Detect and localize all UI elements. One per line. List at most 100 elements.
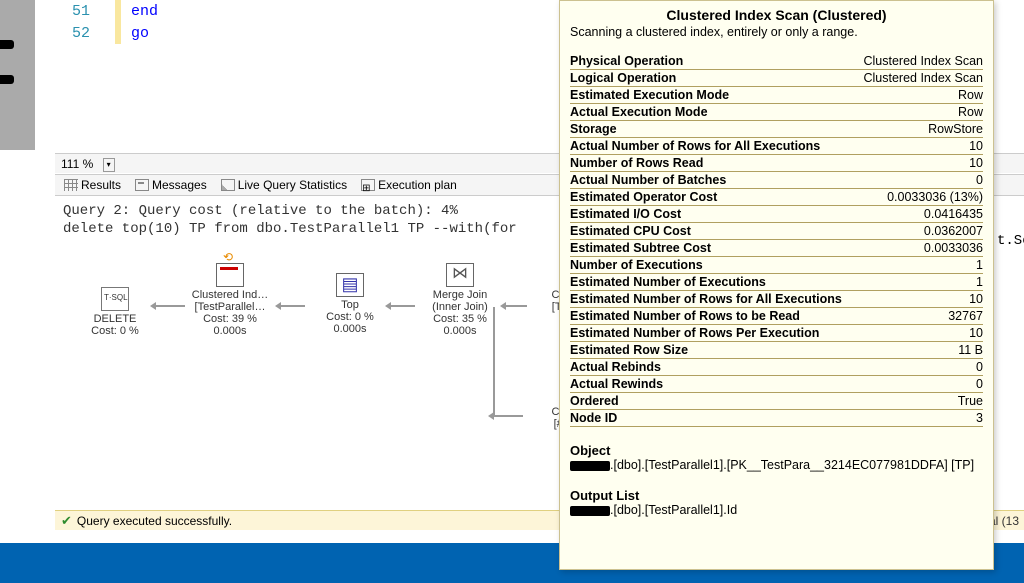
tooltip-value: True	[859, 393, 983, 410]
tooltip-properties-table: Physical OperationClustered Index ScanLo…	[570, 53, 983, 427]
tooltip-object-label: Object	[570, 443, 983, 458]
tooltip-row: Estimated Operator Cost0.0033036 (13%)	[570, 189, 983, 206]
redacted-mark	[570, 461, 610, 471]
tab-messages[interactable]: Messages	[130, 178, 212, 192]
tooltip-row: OrderedTrue	[570, 393, 983, 410]
tooltip-row: Estimated I/O Cost0.0416435	[570, 206, 983, 223]
tooltip-key: Estimated Number of Executions	[570, 274, 859, 291]
tooltip-output-label: Output List	[570, 488, 983, 503]
tab-label: Live Query Statistics	[238, 178, 347, 192]
node-subtitle: [TestParallel…	[175, 301, 285, 313]
node-subtitle: (Inner Join)	[405, 301, 515, 313]
node-time: 0.000s	[175, 325, 285, 337]
tooltip-key: Storage	[570, 121, 859, 138]
tooltip-value: 0	[859, 376, 983, 393]
tooltip-value: 0.0033036	[859, 240, 983, 257]
tooltip-key: Estimated Row Size	[570, 342, 859, 359]
tooltip-row: Estimated Number of Rows to be Read32767	[570, 308, 983, 325]
tooltip-row: Estimated Number of Rows Per Execution10	[570, 325, 983, 342]
code-line[interactable]: 51end	[55, 0, 555, 22]
node-cost: Cost: 0 %	[295, 311, 405, 323]
tooltip-value: 1	[859, 274, 983, 291]
node-title: DELETE	[60, 313, 170, 325]
tooltip-row: Estimated Row Size11 B	[570, 342, 983, 359]
tooltip-key: Actual Number of Batches	[570, 172, 859, 189]
clipped-text: t.Se	[997, 233, 1024, 249]
node-cost: Cost: 0 %	[60, 325, 170, 337]
tooltip-row: Estimated Subtree Cost0.0033036	[570, 240, 983, 257]
plan-node-clustered-index-scan[interactable]: ⟲ Clustered Ind… [TestParallel… Cost: 39…	[175, 263, 285, 337]
redacted-mark	[0, 75, 14, 84]
line-number: 52	[55, 23, 90, 45]
zoom-dropdown[interactable]: ▾	[103, 158, 115, 172]
tooltip-row: Number of Rows Read10	[570, 155, 983, 172]
tooltip-value: 0.0416435	[859, 206, 983, 223]
tooltip-key: Estimated Number of Rows to be Read	[570, 308, 859, 325]
tooltip-value: 10	[859, 155, 983, 172]
change-marker	[115, 22, 121, 44]
node-title: Merge Join	[405, 289, 515, 301]
status-text: Query executed successfully.	[77, 514, 232, 528]
tooltip-row: Number of Executions1	[570, 257, 983, 274]
node-cost: Cost: 35 %	[405, 313, 515, 325]
tooltip-row: Estimated Execution ModeRow	[570, 87, 983, 104]
tooltip-key: Estimated I/O Cost	[570, 206, 859, 223]
tab-live-query-stats[interactable]: Live Query Statistics	[216, 178, 352, 192]
tooltip-value: 10	[859, 325, 983, 342]
tooltip-value: 10	[859, 138, 983, 155]
plan-node-delete[interactable]: DELETE Cost: 0 %	[60, 287, 170, 337]
tooltip-value: Clustered Index Scan	[859, 70, 983, 87]
tooltip-key: Number of Rows Read	[570, 155, 859, 172]
tooltip-key: Actual Execution Mode	[570, 104, 859, 121]
tooltip-value: 32767	[859, 308, 983, 325]
tooltip-key: Estimated Number of Rows Per Execution	[570, 325, 859, 342]
tooltip-row: Estimated Number of Executions1	[570, 274, 983, 291]
code-token: go	[131, 25, 149, 42]
node-time: 0.000s	[295, 323, 405, 335]
tooltip-row: Actual Rebinds0	[570, 359, 983, 376]
success-icon: ✔	[61, 513, 72, 529]
tooltip-value: Row	[859, 87, 983, 104]
tooltip-description: Scanning a clustered index, entirely or …	[570, 25, 983, 39]
tooltip-key: Actual Number of Rows for All Executions	[570, 138, 859, 155]
tooltip-key: Actual Rebinds	[570, 359, 859, 376]
tooltip-value: 0.0033036 (13%)	[859, 189, 983, 206]
live-stats-icon	[221, 179, 235, 191]
tab-results[interactable]: Results	[59, 178, 126, 192]
tooltip-row: Estimated CPU Cost0.0362007	[570, 223, 983, 240]
tooltip-row: Physical OperationClustered Index Scan	[570, 53, 983, 70]
tooltip-key: Ordered	[570, 393, 859, 410]
plan-arrow	[493, 415, 523, 417]
plan-node-merge-join[interactable]: Merge Join (Inner Join) Cost: 35 % 0.000…	[405, 263, 515, 337]
node-title: Clustered Ind…	[175, 289, 285, 301]
tooltip-key: Estimated Number of Rows for All Executi…	[570, 291, 859, 308]
tooltip-value: 0.0362007	[859, 223, 983, 240]
tooltip-key: Estimated CPU Cost	[570, 223, 859, 240]
tooltip-key: Logical Operation	[570, 70, 859, 87]
tooltip-object-value: .[dbo].[TestParallel1].[PK__TestPara__32…	[570, 458, 983, 472]
tooltip-value: 0	[859, 172, 983, 189]
tooltip-title: Clustered Index Scan (Clustered)	[570, 7, 983, 23]
tooltip-value: RowStore	[859, 121, 983, 138]
tooltip-row: Logical OperationClustered Index Scan	[570, 70, 983, 87]
warning-icon: ⟲	[223, 250, 233, 264]
tooltip-value: 11 B	[859, 342, 983, 359]
tab-execution-plan[interactable]: Execution plan	[356, 178, 462, 192]
zoom-value: 111 %	[55, 154, 99, 174]
merge-join-icon	[446, 263, 474, 287]
code-line[interactable]: 52 go	[55, 22, 555, 44]
tooltip-value: 3	[859, 410, 983, 427]
tooltip-key: Actual Rewinds	[570, 376, 859, 393]
execution-plan-icon	[361, 179, 375, 191]
tooltip-key: Estimated Execution Mode	[570, 87, 859, 104]
tooltip-row: StorageRowStore	[570, 121, 983, 138]
tooltip-key: Number of Executions	[570, 257, 859, 274]
clustered-scan-icon: ⟲	[216, 263, 244, 287]
line-number: 51	[55, 1, 90, 23]
node-time: 0.000s	[405, 325, 515, 337]
tooltip-row: Actual Number of Rows for All Executions…	[570, 138, 983, 155]
messages-icon	[135, 179, 149, 191]
plan-arrow	[493, 307, 495, 417]
tooltip-key: Estimated Operator Cost	[570, 189, 859, 206]
tooltip-row: Actual Number of Batches0	[570, 172, 983, 189]
